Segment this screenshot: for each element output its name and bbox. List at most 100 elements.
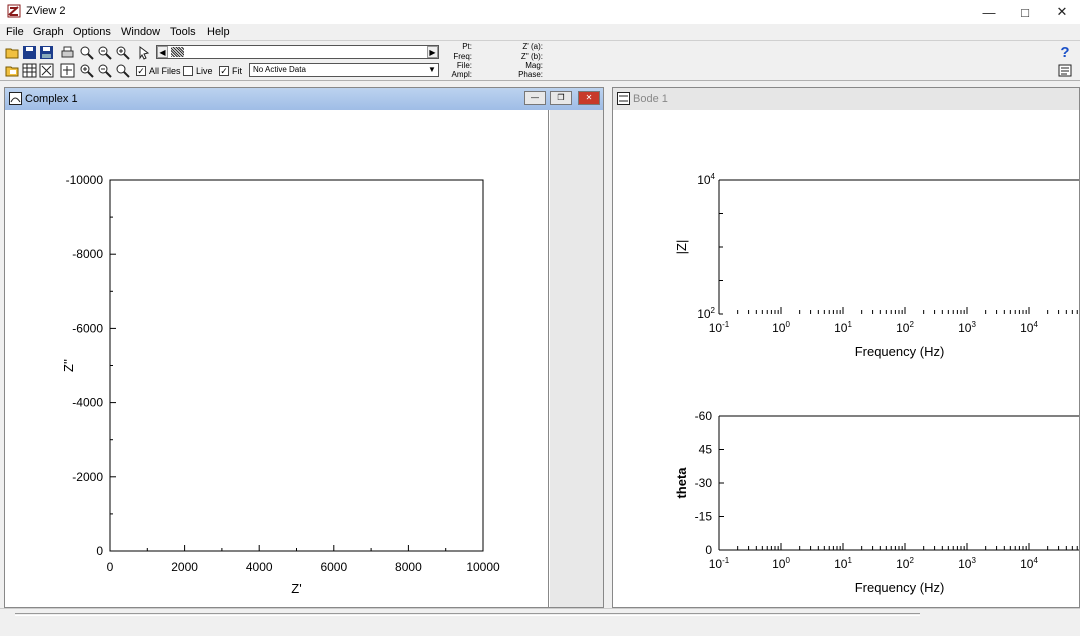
zoom-custom-icon[interactable] — [115, 45, 130, 60]
open-folder-icon[interactable] — [5, 45, 20, 60]
readout-zb-label: Z'' (b): — [520, 52, 543, 61]
graph-window-icon — [9, 92, 22, 105]
axis-icon[interactable] — [60, 63, 75, 78]
fit-check[interactable]: ✓ — [219, 66, 229, 76]
phase-x-tick-label: 101 — [834, 556, 852, 571]
readout-phase-label: Phase: — [518, 70, 543, 79]
all-files-label: All Files — [149, 66, 181, 76]
help-icon[interactable]: ? — [1058, 44, 1072, 61]
save-icon[interactable] — [22, 45, 37, 60]
complex-plot-window: Complex 1 — ❐ ✕ 0 2000 4000 6000 8000 10000 0 -… — [4, 87, 604, 608]
bode-chart: 10-1 100 101 102 103 104 102 104 Frequency (Hz) |… — [674, 172, 1079, 595]
phase-y-axis-label: theta — [674, 467, 689, 499]
phase-x-tick-label: 100 — [772, 556, 790, 571]
phase-y-tick-label: -60 — [695, 409, 713, 423]
complex-close-button[interactable]: ✕ — [578, 91, 600, 105]
cursor-tool-icon[interactable] — [137, 45, 152, 60]
all-files-checkbox[interactable]: ✓ All Files — [136, 66, 181, 76]
bode-window-title: Bode 1 — [633, 93, 668, 105]
menu-window[interactable]: Window — [121, 26, 160, 38]
menu-bar: File Graph Options Window Tools Help — [0, 24, 1080, 40]
fit-checkbox[interactable]: ✓ Fit — [219, 66, 242, 76]
print-icon[interactable] — [60, 45, 75, 60]
open-file-icon[interactable] — [5, 63, 20, 78]
active-data-select[interactable]: No Active Data ▼ — [249, 63, 439, 77]
live-label: Live — [196, 66, 213, 76]
active-data-value: No Active Data — [253, 65, 306, 74]
menu-file[interactable]: File — [6, 26, 24, 38]
scroll-right-arrow[interactable]: ▶ — [427, 46, 438, 58]
horizontal-scrollbar[interactable] — [15, 613, 920, 616]
zoom-in-icon[interactable] — [79, 63, 94, 78]
complex-window-title: Complex 1 — [25, 93, 78, 105]
maximize-button[interactable]: □ — [1007, 0, 1043, 24]
status-bar — [0, 608, 1080, 636]
data-file-scrollbar[interactable]: ◀ ▶ — [156, 45, 439, 59]
nyquist-plot-frame — [109, 179, 484, 552]
readout-file-label: File: — [456, 61, 472, 70]
readout-ampl-label: Ampl: — [451, 70, 472, 79]
zview-app-icon — [7, 4, 21, 18]
menu-help[interactable]: Help — [207, 26, 230, 38]
zoom-out-icon[interactable] — [97, 63, 112, 78]
bode-window-titlebar[interactable]: Bode 1 — [613, 88, 1079, 110]
phase-x-tick-label: 103 — [958, 556, 976, 571]
graph-grid-icon[interactable] — [39, 63, 54, 78]
phase-y-tick-label: -15 — [695, 510, 713, 524]
y-axis-label: Z'' — [61, 359, 76, 372]
y-tick-label: -8000 — [72, 247, 103, 261]
zoom-reset-icon[interactable] — [115, 63, 130, 78]
bode-plot-area: 10-1 100 101 102 103 104 102 104 Frequency (Hz) |… — [617, 110, 1079, 607]
complex-plot-area: 0 2000 4000 6000 8000 10000 0 -2000 -4000 -6000 -8… — [9, 110, 549, 607]
close-button[interactable]: ✕ — [1044, 0, 1080, 24]
x-tick-label: 6000 — [320, 560, 347, 574]
phase-x-tick-label: 104 — [1020, 556, 1038, 571]
y-tick-label: -6000 — [72, 321, 103, 335]
phase-x-tick-label: 10-1 — [709, 556, 730, 571]
scroll-thumb[interactable] — [171, 47, 184, 57]
complex-window-titlebar[interactable]: Complex 1 — ❐ ✕ — [5, 88, 603, 110]
readout-mag-label: Mag: — [525, 61, 543, 70]
menu-options[interactable]: Options — [73, 26, 111, 38]
x-axis-label: Z' — [291, 581, 301, 596]
menu-graph[interactable]: Graph — [33, 26, 64, 38]
mag-y-tick-label: 102 — [697, 306, 715, 321]
scroll-left-arrow[interactable]: ◀ — [157, 46, 168, 58]
phase-y-tick-label: 45 — [699, 443, 713, 457]
mag-x-tick-label: 10-1 — [709, 320, 730, 335]
minimize-button[interactable]: — — [971, 0, 1007, 24]
live-check[interactable] — [183, 66, 193, 76]
zoom-data-icon[interactable] — [97, 45, 112, 60]
complex-restore-button[interactable]: ❐ — [550, 91, 572, 105]
phase-x-tick-label: 102 — [896, 556, 914, 571]
mag-x-tick-label: 101 — [834, 320, 852, 335]
readout-freq-label: Freq: — [453, 52, 472, 61]
x-tick-label: 8000 — [395, 560, 422, 574]
graph-window-icon — [617, 92, 630, 105]
title-bar: ZView 2 — □ ✕ — [0, 0, 1080, 24]
mag-x-axis-label: Frequency (Hz) — [855, 344, 945, 359]
mag-x-tick-label: 103 — [958, 320, 976, 335]
menu-tools[interactable]: Tools — [170, 26, 196, 38]
zoom-fit-icon[interactable] — [79, 45, 94, 60]
bode-plot-window: Bode 1 10-1 100 101 102 103 104 102 104 Frequenc… — [612, 87, 1080, 608]
save-as-icon[interactable] — [39, 45, 54, 60]
phase-y-tick-label: 0 — [705, 543, 712, 557]
mag-x-tick-label: 104 — [1020, 320, 1038, 335]
toolbar: ◀ ▶ ✓ All Files Live ✓ Fit No Active Data ▼… — [0, 40, 1080, 81]
chevron-down-icon[interactable]: ▼ — [426, 64, 438, 76]
live-checkbox[interactable]: Live — [183, 66, 213, 76]
y-tick-label: -2000 — [72, 470, 103, 484]
x-tick-label: 4000 — [246, 560, 273, 574]
context-help-icon[interactable] — [1058, 63, 1073, 78]
y-tick-label: -10000 — [66, 173, 104, 187]
mag-y-tick-label: 104 — [697, 172, 715, 187]
data-table-icon[interactable] — [22, 63, 37, 78]
all-files-check[interactable]: ✓ — [136, 66, 146, 76]
complex-minimize-button[interactable]: — — [524, 91, 546, 105]
x-tick-label: 10000 — [466, 560, 500, 574]
readout-za-label: Z' (a): — [522, 42, 543, 51]
phase-y-tick-label: -30 — [695, 476, 713, 490]
app-title: ZView 2 — [26, 5, 66, 17]
phase-x-axis-label: Frequency (Hz) — [855, 580, 945, 595]
